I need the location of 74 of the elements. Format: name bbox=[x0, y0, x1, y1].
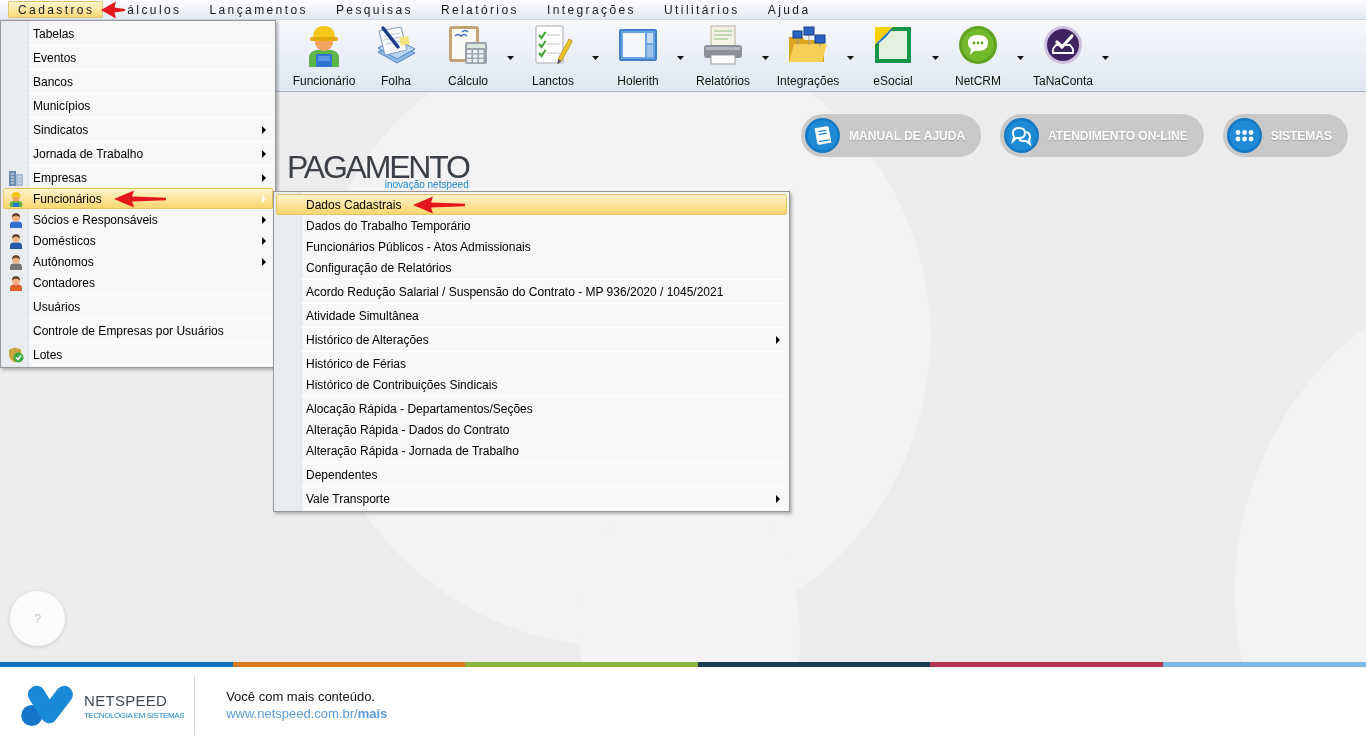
menu-item[interactable]: Atividade Simultânea bbox=[276, 305, 787, 326]
menu-item[interactable]: Bancos bbox=[3, 71, 273, 92]
menu-item[interactable]: Funcionários bbox=[3, 188, 273, 209]
brand-tagline: TECNOLOGIA EM SISTEMAS bbox=[84, 711, 185, 721]
menu-item[interactable]: Funcionários Públicos - Atos Admissionais bbox=[276, 236, 787, 257]
footer-message: Você com mais conteúdo. bbox=[226, 688, 376, 705]
toolbar-button[interactable]: NetCRM bbox=[942, 20, 1014, 88]
menu-item[interactable]: Acordo Redução Salarial / Suspensão do Contrato - MP 936/2020 / 1045/2021 bbox=[276, 281, 787, 302]
menu-item[interactable]: Controle de Empresas por Usuários bbox=[3, 320, 273, 341]
menu-bar-item[interactable]: Ajuda bbox=[765, 1, 813, 18]
menu-item[interactable]: Autônomos bbox=[3, 251, 273, 272]
menu-item[interactable]: Contadores bbox=[3, 272, 273, 293]
shield-check-icon bbox=[8, 346, 24, 363]
dropdown-caret-icon[interactable] bbox=[1102, 56, 1109, 60]
toolbar-button[interactable]: Cálculo bbox=[432, 20, 504, 88]
tray-check-icon bbox=[1043, 23, 1083, 67]
menu-item[interactable]: Dados Cadastrais bbox=[276, 194, 787, 215]
dots-grid-icon bbox=[1226, 118, 1262, 153]
menu-item[interactable]: Configuração de Relatórios bbox=[276, 257, 787, 278]
menu-item[interactable]: Usuários bbox=[3, 296, 273, 317]
toolbar-button[interactable]: Integrações bbox=[772, 20, 844, 88]
menu-item[interactable]: Domésticos bbox=[3, 230, 273, 251]
app-tagline: inovação netspeed bbox=[384, 180, 469, 190]
arrow-icon bbox=[101, 0, 126, 19]
dropdown-caret-icon[interactable] bbox=[592, 56, 599, 60]
menu-item[interactable]: Alocação Rápida - Departamentos/Seções bbox=[276, 398, 787, 419]
brand-name: NETSPEED bbox=[84, 693, 169, 709]
menu-item[interactable]: Histórico de Férias bbox=[276, 353, 787, 374]
checklist-icon bbox=[533, 23, 573, 67]
menu-item[interactable]: Alteração Rápida - Jornada de Trabalho bbox=[276, 440, 787, 461]
dropdown-caret-icon[interactable] bbox=[677, 56, 684, 60]
menu-bar-item[interactable]: Lançamentos bbox=[207, 1, 310, 18]
book-icon bbox=[805, 118, 841, 153]
menu-item[interactable]: Sindicatos bbox=[3, 119, 273, 140]
arrow-icon bbox=[113, 189, 166, 208]
arrow-icon bbox=[413, 195, 466, 214]
toolbar-button[interactable]: TaNaConta bbox=[1027, 20, 1099, 88]
menu-item[interactable]: Lotes bbox=[3, 344, 273, 365]
chat-icon bbox=[1004, 118, 1040, 153]
menu-bar-item[interactable]: Relatórios bbox=[438, 1, 521, 18]
menu-bar-item[interactable]: Integrações bbox=[544, 1, 638, 18]
toolbar-button[interactable]: Lanctos bbox=[517, 20, 589, 88]
dropdown-caret-icon[interactable] bbox=[762, 56, 769, 60]
menu-item[interactable]: Sócios e Responsáveis bbox=[3, 209, 273, 230]
toolbar-button[interactable]: Relatórios bbox=[687, 20, 759, 88]
toolbar-button[interactable]: Folha bbox=[360, 20, 432, 88]
chat-bubble-icon bbox=[958, 23, 998, 67]
menu-item[interactable]: Histórico de Alterações bbox=[276, 329, 787, 350]
printer-icon bbox=[703, 23, 743, 67]
toolbar-button[interactable]: eSocial bbox=[857, 20, 929, 88]
menu-item[interactable]: Vale Transporte bbox=[276, 488, 787, 509]
menu-item[interactable]: Empresas bbox=[3, 167, 273, 188]
menu-item[interactable]: Histórico de Contribuições Sindicais bbox=[276, 374, 787, 395]
dropdown-caret-icon[interactable] bbox=[507, 56, 514, 60]
menu-item[interactable]: Dependentes bbox=[276, 464, 787, 485]
calculator-icon bbox=[448, 23, 488, 67]
menu-bar-item[interactable]: Utilitários bbox=[662, 1, 742, 18]
dropdown-caret-icon[interactable] bbox=[932, 56, 939, 60]
menu-item[interactable]: Dados do Trabalho Temporário bbox=[276, 215, 787, 236]
building-icon bbox=[8, 169, 24, 186]
toolbar-button[interactable]: Holerith bbox=[602, 20, 674, 88]
menu-bar-item[interactable]: Cadastros bbox=[8, 1, 104, 18]
menu-bar-item[interactable]: álculos bbox=[125, 1, 184, 18]
menu-item[interactable]: Alteração Rápida - Dados do Contrato bbox=[276, 419, 787, 440]
dropdown-caret-icon[interactable] bbox=[1017, 56, 1024, 60]
menu-item[interactable]: Tabelas bbox=[3, 23, 273, 44]
dropdown-caret-icon[interactable] bbox=[847, 56, 854, 60]
toolbar-button[interactable]: Funcionário bbox=[288, 20, 360, 88]
worker-icon bbox=[8, 190, 24, 207]
menu-bar-item[interactable]: Pesquisas bbox=[333, 1, 415, 18]
menu-item[interactable]: Municípios bbox=[3, 95, 273, 116]
app-title: PAGAMENTO bbox=[287, 152, 469, 182]
menu-item[interactable]: Eventos bbox=[3, 47, 273, 68]
menu-item[interactable]: Jornada de Trabalho bbox=[3, 143, 273, 164]
